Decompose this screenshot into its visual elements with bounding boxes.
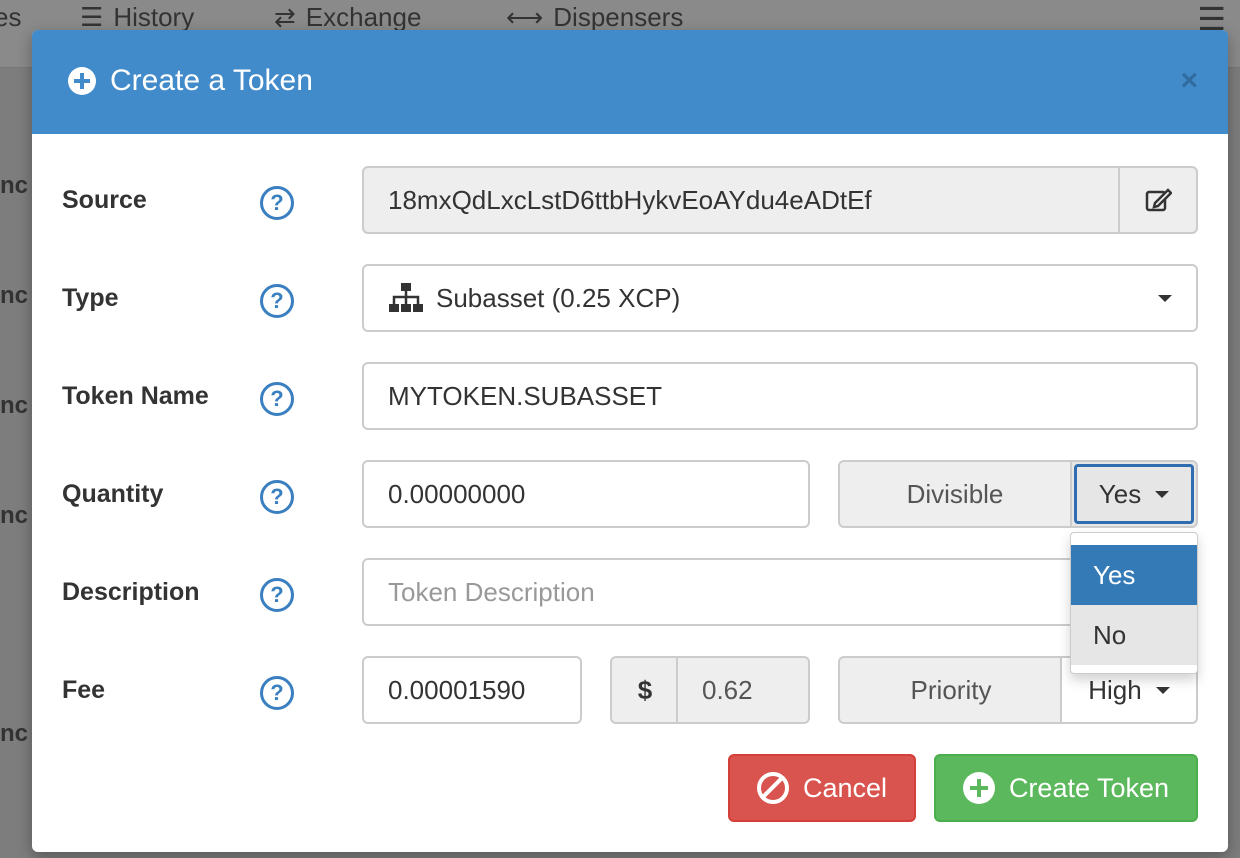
background-label: nc <box>0 720 29 747</box>
token-name-label: Token Name <box>62 382 209 410</box>
dollar-addon: $ <box>610 656 678 724</box>
source-label: Source <box>62 186 147 214</box>
modal-header: Create a Token × <box>32 30 1228 134</box>
edit-icon <box>1145 188 1172 212</box>
token-name-input[interactable]: MYTOKEN.SUBASSET <box>362 362 1198 430</box>
background-label: nc <box>0 392 29 419</box>
list-icon: ☰ <box>80 2 104 32</box>
nav-item-exchange: ⇄ Exchange <box>274 2 422 32</box>
background-label: nc <box>0 282 29 309</box>
chevron-down-icon <box>1155 490 1170 498</box>
usd-fee-value: 0.62 <box>676 656 810 724</box>
help-icon[interactable]: ? <box>260 578 294 612</box>
edit-source-button[interactable] <box>1118 166 1198 234</box>
fee-label: Fee <box>62 676 106 704</box>
create-token-button[interactable]: Create Token <box>934 754 1198 822</box>
fee-input[interactable]: 0.00001590 <box>362 656 582 724</box>
cancel-button[interactable]: Cancel <box>728 754 916 822</box>
plus-circle-icon <box>68 67 96 95</box>
description-label: Description <box>62 578 200 606</box>
quantity-label: Quantity <box>62 480 164 508</box>
help-icon[interactable]: ? <box>260 480 294 514</box>
modal-title: Create a Token <box>68 64 313 98</box>
help-icon[interactable]: ? <box>260 186 294 220</box>
chevron-down-icon <box>1155 686 1170 694</box>
plus-circle-icon <box>962 772 995 804</box>
help-icon[interactable]: ? <box>260 284 294 318</box>
nav-item-partial: es <box>0 2 22 32</box>
divisible-dropdown-menu: Yes No <box>1070 532 1198 674</box>
ban-icon <box>756 772 789 804</box>
priority-addon: Priority <box>838 656 1062 724</box>
close-button[interactable]: × <box>1180 64 1198 98</box>
background-label: nc <box>0 502 29 529</box>
source-field[interactable]: 18mxQdLxcLstD6ttbHykvEoAYdu4eADtEf <box>362 166 1120 234</box>
sitemap-icon <box>389 283 423 312</box>
dropdown-option-no[interactable]: No <box>1071 605 1197 665</box>
background-label: nc <box>0 172 29 199</box>
exchange-icon: ⇄ <box>274 2 296 32</box>
quantity-input[interactable]: 0.00000000 <box>362 460 810 528</box>
dropdown-option-yes[interactable]: Yes <box>1071 545 1197 605</box>
help-icon[interactable]: ? <box>260 676 294 710</box>
divisible-select[interactable]: Yes <box>1070 460 1198 528</box>
arrows-horizontal-icon: ⟷ <box>506 2 544 32</box>
type-select[interactable]: Subasset (0.25 XCP) <box>362 264 1198 332</box>
type-label: Type <box>62 284 119 312</box>
create-token-modal: Create a Token × Source ? 18mxQdLxcLstD6… <box>32 30 1228 852</box>
help-icon[interactable]: ? <box>260 382 294 416</box>
nav-item-dispensers: ⟷ Dispensers <box>506 2 684 32</box>
chevron-down-icon <box>1158 294 1172 302</box>
nav-item-history: ☰ History <box>80 2 195 32</box>
divisible-addon: Divisible <box>838 460 1070 528</box>
